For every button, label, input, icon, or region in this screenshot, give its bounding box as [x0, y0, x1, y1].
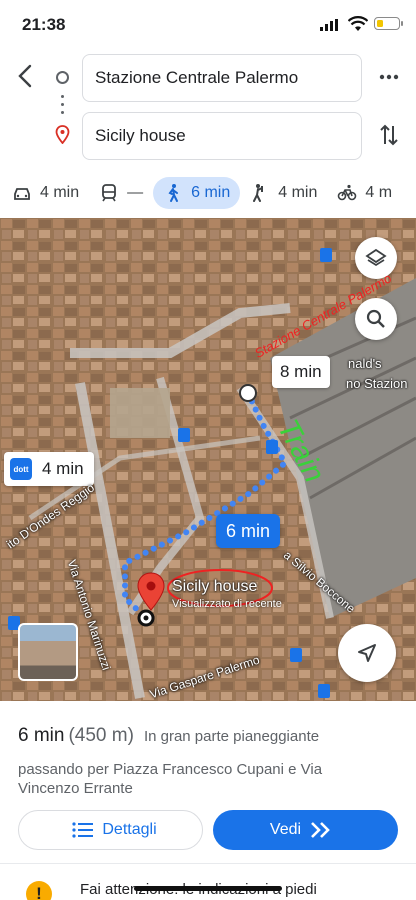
mode-ride[interactable]: 4 min: [240, 177, 327, 209]
route-via: passando per Piazza Francesco Cupani e V…: [18, 761, 323, 797]
preview-label: Vedi: [269, 821, 302, 838]
transport-mode-bar: 4 min — 6 min 4 min 4 m: [0, 170, 416, 216]
home-indicator: [134, 886, 282, 891]
divider: [0, 863, 416, 864]
route-duration: 6 min: [18, 725, 65, 746]
mode-bike[interactable]: 4 m: [327, 177, 402, 209]
preview-button[interactable]: Vedi: [213, 810, 398, 850]
map-view[interactable]: dott 4 min 8 min 6 min nald's no Stazion…: [0, 218, 416, 701]
train-route-chip[interactable]: 8 min: [272, 356, 330, 388]
mode-walk-label: 6 min: [191, 184, 231, 201]
status-time: 21:38: [22, 15, 66, 34]
status-bar: 21:38: [0, 0, 416, 50]
walk-route-chip[interactable]: 6 min: [216, 514, 281, 548]
layers-icon: [365, 248, 387, 267]
bike-icon: [338, 184, 357, 201]
mode-transit-label: —: [127, 184, 144, 201]
destination-map-label: Sicily house: [172, 578, 258, 595]
destination-marker-icon[interactable]: [136, 572, 166, 612]
route-dots-icon: [60, 95, 64, 117]
route-summary: 6 min (450 m) In gran parte pianeggiante: [18, 725, 319, 747]
scooter-route-chip[interactable]: dott 4 min: [4, 452, 94, 486]
street-view-thumbnail[interactable]: [18, 623, 78, 681]
map-search-button[interactable]: [355, 298, 397, 340]
battery-icon: [374, 17, 403, 30]
destination-pin-icon: [55, 125, 70, 144]
walk-time: 6 min: [226, 520, 271, 541]
list-icon: [72, 822, 94, 838]
train-time: 8 min: [280, 362, 322, 381]
my-location-button[interactable]: [338, 624, 396, 682]
search-icon: [366, 309, 385, 328]
origin-circle-icon: [56, 71, 69, 84]
route-summary-sheet: 6 min (450 m) In gran parte pianeggiante p…: [0, 701, 416, 900]
layers-button[interactable]: [355, 237, 397, 279]
warning-icon: !: [26, 881, 52, 900]
origin-input[interactable]: Stazione Centrale Palermo: [82, 54, 362, 102]
transit-icon: [102, 184, 117, 202]
car-icon: [14, 188, 30, 200]
walk-icon: [168, 184, 179, 202]
ride-icon: [253, 184, 264, 202]
route-terrain: In gran parte pianeggiante: [143, 728, 320, 745]
poi-label: nald's: [348, 356, 382, 371]
mode-car-label: 4 min: [40, 184, 80, 201]
more-options-icon[interactable]: [378, 66, 400, 88]
scooter-time: 4 min: [42, 459, 84, 478]
mode-ride-label: 4 min: [278, 184, 318, 201]
details-button[interactable]: Dettagli: [18, 810, 203, 850]
details-label: Dettagli: [102, 821, 157, 838]
double-chevron-icon: [311, 822, 330, 838]
mode-transit[interactable]: —: [89, 177, 153, 209]
mode-bike-label: 4 m: [365, 184, 393, 201]
destination-map-sublabel: Visualizzato di recente: [172, 598, 282, 610]
wifi-icon: [348, 16, 368, 31]
destination-input[interactable]: Sicily house: [82, 112, 362, 160]
station-label: no Stazion: [346, 376, 408, 391]
mode-walk[interactable]: 6 min: [153, 177, 241, 209]
swap-icon[interactable]: [378, 122, 400, 148]
back-arrow-icon[interactable]: [14, 62, 38, 90]
navigation-arrow-icon: [358, 644, 376, 662]
signal-icon: [320, 19, 338, 31]
route-distance: (450 m): [68, 725, 134, 746]
mode-car[interactable]: 4 min: [2, 177, 89, 209]
dott-scooter-icon: dott: [10, 458, 32, 480]
